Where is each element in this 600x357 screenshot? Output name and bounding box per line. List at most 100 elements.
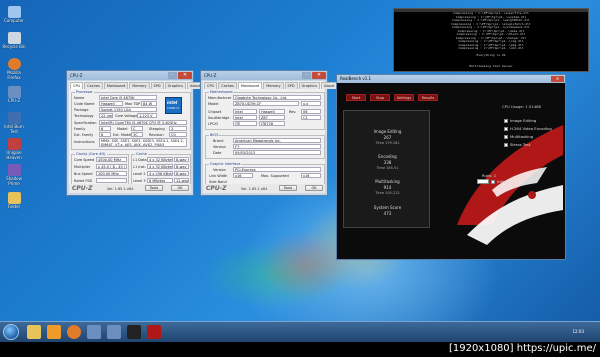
tab-caches[interactable]: Caches: [84, 82, 103, 89]
close-button[interactable]: ✕: [312, 72, 326, 79]
linkwidth-label: Link Width: [209, 174, 228, 178]
video-encoding-checkbox[interactable]: H.264 Video Encoding: [504, 126, 552, 131]
desktop-icon-folder[interactable]: Folder: [2, 192, 26, 209]
desktop-icon-cpuz[interactable]: CPU-Z: [2, 86, 26, 103]
encoding-label: Encoding: [378, 154, 397, 159]
lpcio-vendor: ITE: [233, 121, 257, 126]
tools-button[interactable]: Tools: [145, 185, 163, 191]
desktop-icon-computer[interactable]: Computer: [2, 6, 26, 23]
infinite-checkbox[interactable]: Infinite: [491, 179, 510, 184]
console-window[interactable]: Compressing : C:\PF\Spr\p1..\superfile.d…: [393, 8, 589, 72]
start-button[interactable]: [3, 324, 19, 340]
tab-caches[interactable]: Caches: [218, 82, 237, 89]
model-label: Model: [117, 127, 128, 131]
console-icon[interactable]: [127, 325, 141, 339]
maxtdp-label: Max TDP: [125, 102, 141, 106]
multitasking-checkbox[interactable]: Multitasking: [504, 134, 533, 139]
image-editing-checkbox[interactable]: Image Editing: [504, 118, 536, 123]
desktop-icon-recycle-bin[interactable]: Recycle Bin: [2, 32, 26, 49]
model-label: Model: [208, 102, 219, 106]
cpuz-icon[interactable]: [107, 325, 121, 339]
tab-spd[interactable]: SPD: [150, 82, 164, 89]
close-button[interactable]: ✕: [551, 76, 564, 82]
cpuz-icon[interactable]: [87, 325, 101, 339]
computer-icon: [7, 6, 21, 18]
desktop-icon-label: Folder: [7, 204, 21, 209]
tab-mainboard[interactable]: Mainboard: [237, 82, 263, 89]
heaven-icon: [7, 138, 21, 150]
desktop-icon-intel-burn-test[interactable]: Intel Burn Test: [2, 112, 26, 134]
group-label: Processor: [75, 90, 94, 94]
l2-way: 8-way: [174, 171, 189, 176]
encoding-score: 338: [383, 160, 392, 165]
tab-spd[interactable]: SPD: [284, 82, 298, 89]
explorer-icon[interactable]: [27, 325, 41, 339]
window-titlebar[interactable]: CPU-Z – ✕: [67, 71, 193, 80]
recycle-bin-icon: [7, 32, 21, 44]
window-titlebar[interactable]: CPU-Z – ✕: [201, 71, 327, 80]
chipset-rev-label: Rev.: [289, 110, 297, 114]
ok-button[interactable]: OK: [305, 185, 323, 191]
stepping-label: Stepping: [149, 127, 165, 131]
tab-memory[interactable]: Memory: [263, 82, 284, 89]
stress-test-checkbox[interactable]: Stress Test: [504, 142, 530, 147]
voltage-label: Core Voltage: [115, 114, 138, 118]
runs-input[interactable]: [477, 179, 489, 184]
date-label: Date: [213, 151, 222, 155]
start-button[interactable]: Start: [346, 94, 366, 101]
model-rev: x.x: [301, 101, 321, 106]
settings-button[interactable]: Settings: [394, 94, 414, 101]
burn-test-icon: [7, 112, 21, 124]
desktop-icon-heaven[interactable]: Unigine Heaven: [2, 138, 26, 160]
intel-logo: intel CORE i5: [165, 97, 182, 114]
tab-cpu[interactable]: CPU: [70, 82, 84, 89]
ok-button[interactable]: OK: [171, 185, 189, 191]
spec-value: Intel(R) Core(TM) i5-4670K CPU @ 3.40GHz: [99, 120, 187, 125]
extmodel-value: 3C: [131, 132, 143, 137]
codename-value: Haswell: [99, 101, 123, 106]
realbench-titlebar[interactable]: RealBench v1.1 ✕: [337, 75, 565, 83]
minimize-button[interactable]: –: [302, 72, 311, 79]
tab-memory[interactable]: Memory: [129, 82, 150, 89]
cpuz-mainboard-window[interactable]: CPU-Z – ✕ CPU Caches Mainboard Memory SP…: [200, 70, 338, 196]
clock[interactable]: 12:03: [572, 329, 584, 334]
close-button[interactable]: ✕: [178, 72, 192, 79]
codename-label: Code Name: [74, 102, 95, 106]
package-label: Package: [74, 108, 89, 112]
folder-icon: [7, 192, 21, 204]
chipset-vendor: Intel: [233, 109, 257, 114]
manufacturer-value: Gigabyte Technology Co., Ltd.: [233, 95, 321, 100]
voltage-value: 1.223 V: [137, 113, 157, 118]
cpuz-cpu-window[interactable]: CPU-Z – ✕ CPU Caches Mainboard Memory SP…: [66, 70, 204, 196]
multiplier-value: x 45.0 ( 8 - 45 ): [96, 164, 127, 169]
tab-cpu[interactable]: CPU: [204, 82, 218, 89]
realbench-icon[interactable]: [147, 325, 161, 339]
desktop-icon-shadow[interactable]: Shadow Prime: [2, 164, 26, 186]
watermark-text: [1920x1080] https://upic.me/: [448, 343, 596, 354]
firefox-icon[interactable]: [67, 325, 81, 339]
tab-graphics[interactable]: Graphics: [298, 82, 321, 89]
tab-about[interactable]: About: [321, 82, 338, 89]
desktop: Computer Recycle Bin Mozilla Firefox CPU…: [0, 0, 600, 342]
tab-graphics[interactable]: Graphics: [164, 82, 187, 89]
tab-mainboard[interactable]: Mainboard: [103, 82, 129, 89]
southbridge-label: Southbridge: [208, 116, 230, 120]
stepping-value: 3: [169, 126, 187, 131]
chipset-label: Chipset: [208, 110, 222, 114]
encoding-time: Time 165.51: [376, 166, 399, 170]
package-value: Socket 1150 LGA: [99, 107, 157, 112]
results-button[interactable]: Results: [418, 94, 438, 101]
gver-value: PCI-Express: [233, 167, 321, 172]
watermark-bar: [1920x1080] https://upic.me/: [0, 342, 600, 357]
desktop-icon-firefox[interactable]: Mozilla Firefox: [2, 58, 26, 80]
maxsup-value: x16: [301, 173, 321, 178]
maxtdp-value: 84 W: [141, 101, 157, 106]
window-title: CPU-Z: [70, 73, 83, 78]
cpu-usage-text: CPU Usage: 1.51468: [502, 104, 541, 109]
tools-button[interactable]: Tools: [279, 185, 297, 191]
group-label: Graphic Interface: [209, 162, 242, 166]
media-player-icon[interactable]: [47, 325, 61, 339]
stop-button[interactable]: Stop: [370, 94, 390, 101]
minimize-button[interactable]: –: [168, 72, 177, 79]
busspeed-label: Bus Speed: [74, 172, 93, 176]
